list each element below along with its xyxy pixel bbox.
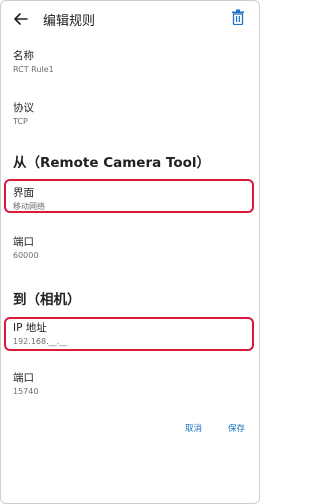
save-button[interactable]: 保存 [228, 422, 245, 434]
ip-value: 192.168.__.__ [13, 337, 68, 346]
interface-value: 移动网络 [13, 202, 45, 211]
interface-field[interactable]: 界面 移动网络 [13, 186, 45, 213]
name-field[interactable]: 名称 RCT Rule1 [13, 49, 54, 76]
to-section-title: 到（相机） [13, 292, 81, 308]
name-label: 名称 [13, 50, 34, 62]
protocol-value: TCP [13, 117, 28, 126]
cancel-button[interactable]: 取消 [185, 422, 202, 434]
ip-label: IP 地址 [13, 322, 47, 334]
from-port-field[interactable]: 端口 60000 [13, 235, 38, 262]
from-port-value: 60000 [13, 251, 39, 260]
to-port-label: 端口 [13, 372, 34, 384]
back-arrow-icon[interactable] [11, 9, 31, 29]
name-value: RCT Rule1 [13, 65, 54, 74]
screen: 编辑规则 名称 RCT Rule1 协议 TCP 从（Remote Camera… [0, 0, 260, 504]
from-section-title: 从（Remote Camera Tool） [13, 155, 211, 171]
to-port-field[interactable]: 端口 15740 [13, 371, 38, 398]
ip-field[interactable]: IP 地址 192.168.__.__ [13, 321, 67, 348]
protocol-label: 协议 [13, 102, 34, 114]
trash-icon[interactable] [231, 9, 249, 27]
protocol-field[interactable]: 协议 TCP [13, 101, 34, 128]
app-bar: 编辑规则 [1, 1, 259, 37]
interface-label: 界面 [13, 187, 34, 199]
page-title: 编辑规则 [43, 14, 96, 29]
from-port-label: 端口 [13, 236, 34, 248]
to-port-value: 15740 [13, 387, 39, 396]
